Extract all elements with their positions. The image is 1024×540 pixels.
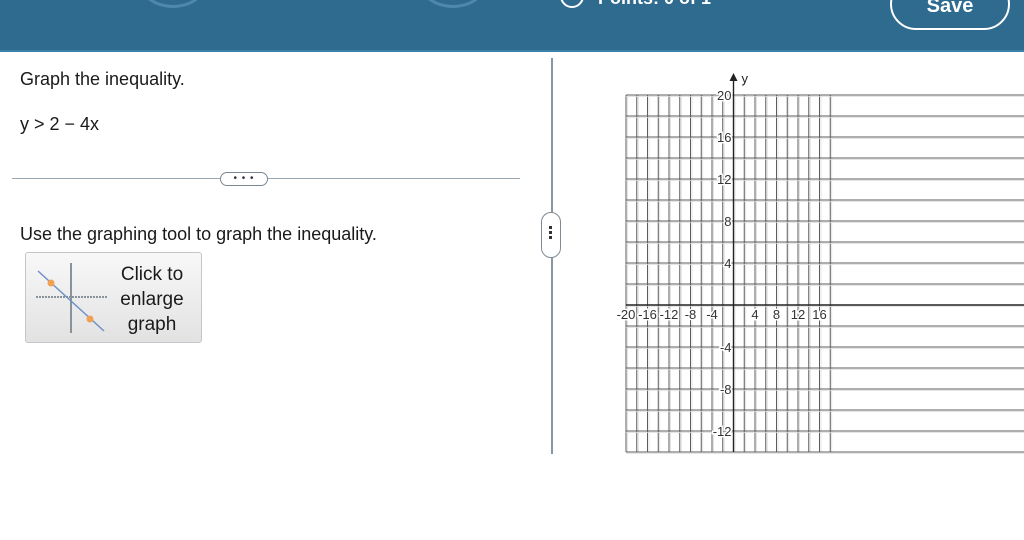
- x-tick-label: 4: [751, 307, 758, 322]
- x-tick-label: 16: [812, 307, 826, 322]
- splitter-handle[interactable]: [541, 212, 561, 258]
- graph-canvas[interactable]: y-20 -16 -12 -8 -4 4 8 12 1620161284-4-8-12: [600, 60, 1024, 460]
- question-title: Graph the inequality.: [20, 69, 185, 89]
- drag-dots-icon: [549, 226, 553, 244]
- points-text: Points: 0 of 1: [598, 0, 711, 9]
- save-button[interactable]: Save: [890, 0, 1010, 30]
- progress-arc-icon: [420, 0, 486, 8]
- y-tick-label: 4: [724, 256, 731, 271]
- enlarge-graph-button[interactable]: Click to enlarge graph: [25, 252, 202, 343]
- inequality-expression: y > 2 − 4x: [20, 114, 100, 134]
- y-tick-label: 16: [717, 130, 731, 145]
- x-tick-label: -8: [685, 307, 697, 322]
- header-divider: [0, 50, 1024, 52]
- y-tick-label: 20: [717, 88, 731, 103]
- more-options-button[interactable]: • • •: [220, 172, 268, 186]
- x-tick-label: 12: [791, 307, 805, 322]
- instruction-text: Use the graphing tool to graph the inequ…: [20, 224, 377, 244]
- y-tick-label: -12: [713, 424, 732, 439]
- y-tick-label: 8: [724, 214, 731, 229]
- header-bar: Points: 0 of 1 Save: [0, 0, 1024, 52]
- x-tick-label: -20: [617, 307, 636, 322]
- x-tick-label: -12: [660, 307, 679, 322]
- progress-arc-icon: [140, 0, 206, 8]
- y-axis-label: y: [742, 71, 749, 86]
- y-tick-label: 12: [717, 172, 731, 187]
- x-tick-label: 8: [773, 307, 780, 322]
- y-tick-label: -8: [720, 382, 732, 397]
- y-axis-arrow-icon: [729, 73, 738, 81]
- graph-thumbnail-icon: [36, 263, 108, 333]
- x-tick-label: -16: [638, 307, 657, 322]
- x-tick-label: -4: [706, 307, 718, 322]
- enlarge-graph-label: Click to enlarge graph: [120, 264, 184, 335]
- y-tick-label: -4: [720, 340, 732, 355]
- points-circle-icon: [560, 0, 584, 8]
